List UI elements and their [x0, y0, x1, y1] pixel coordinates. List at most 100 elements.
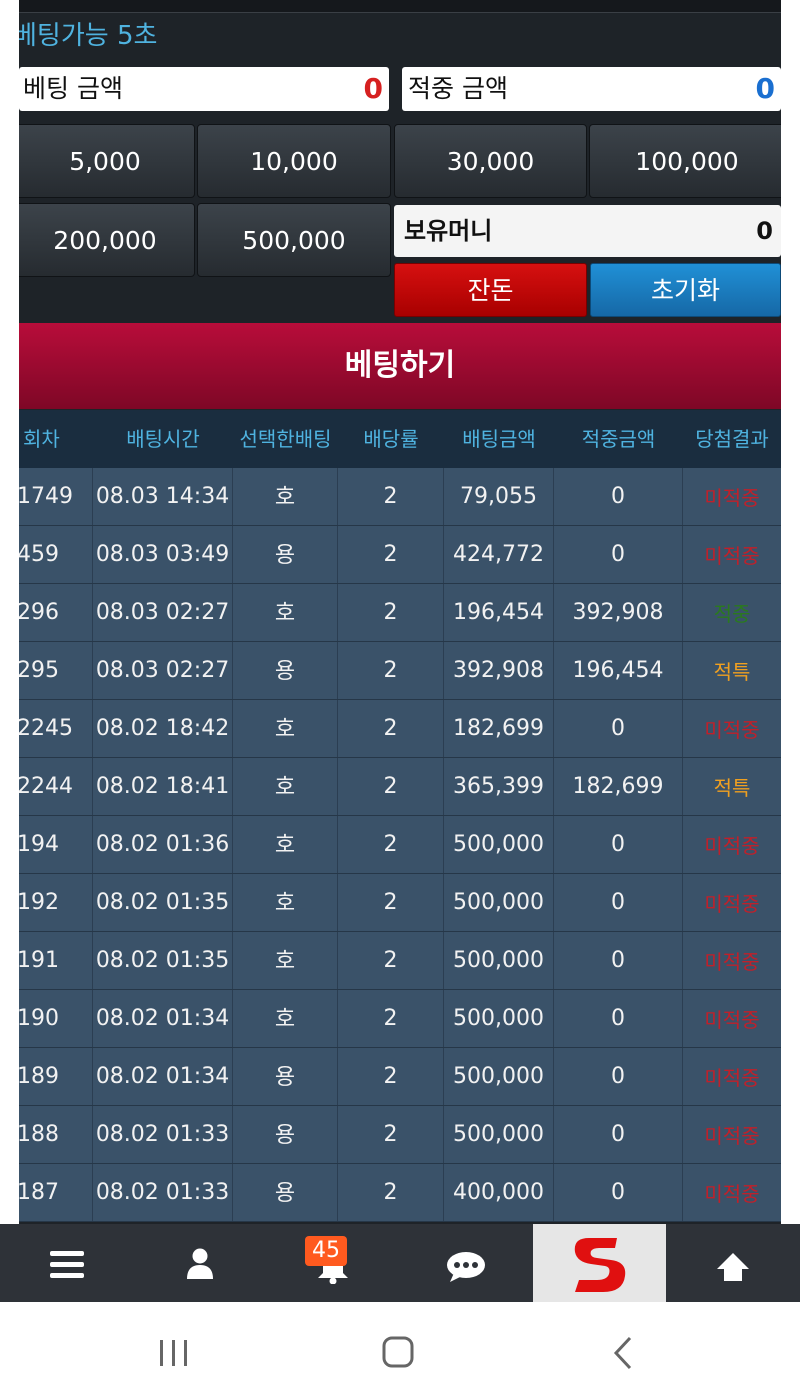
- nav-menu[interactable]: [0, 1224, 133, 1302]
- cell-bet-amount: 500,000: [444, 874, 554, 931]
- history-table-body: 1749 08.03 14:34 호 2 79,055 0 미적중 459 08.03 03:4…: [19, 468, 781, 1222]
- chip-500000-button[interactable]: 500,000: [197, 203, 391, 277]
- cell-round: 188: [19, 1106, 93, 1163]
- cell-result: 미적중: [704, 486, 760, 510]
- cell-win-amount: 0: [554, 700, 683, 757]
- cell-odds: 2: [338, 816, 444, 873]
- cell-selected-bet: 호: [233, 874, 338, 931]
- cell-bet-amount: 500,000: [444, 1048, 554, 1105]
- table-row: 189 08.02 01:34 용 2 500,000 0 미적중: [19, 1048, 781, 1106]
- bottom-nav: [0, 1224, 800, 1302]
- nav-chat[interactable]: [399, 1224, 532, 1302]
- cell-bet-time: 08.02 01:35: [93, 874, 233, 931]
- cell-bet-time: 08.02 18:42: [93, 700, 233, 757]
- cell-bet-amount: 500,000: [444, 990, 554, 1047]
- cell-bet-time: 08.02 01:34: [93, 990, 233, 1047]
- cell-bet-time: 08.03 03:49: [93, 526, 233, 583]
- system-nav-bar: [0, 1302, 800, 1395]
- cell-round: 189: [19, 1048, 93, 1105]
- cell-bet-amount: 424,772: [444, 526, 554, 583]
- cell-bet-amount: 392,908: [444, 642, 554, 699]
- cell-round: 194: [19, 816, 93, 873]
- cell-odds: 2: [338, 526, 444, 583]
- home-icon[interactable]: [382, 1336, 414, 1368]
- cell-result: 미적중: [704, 950, 760, 974]
- cell-result: 미적중: [704, 1008, 760, 1032]
- betting-panel: 베팅가능 5초 베팅 금액 0 적중 금액 0 5,000 10,000 30,…: [19, 0, 781, 1224]
- cell-odds: 2: [338, 932, 444, 989]
- header-bet-time: 배팅시간: [126, 427, 200, 451]
- holding-money-box: 보유머니 0: [394, 205, 781, 257]
- cell-result: 미적중: [704, 1182, 760, 1206]
- back-icon[interactable]: [612, 1336, 634, 1370]
- cell-round: 190: [19, 990, 93, 1047]
- header-bet-amount: 배팅금액: [462, 427, 536, 451]
- table-row: 1749 08.03 14:34 호 2 79,055 0 미적중: [19, 468, 781, 526]
- holding-money-label: 보유머니: [404, 217, 493, 245]
- cell-result: 적특: [713, 660, 751, 684]
- chip-5000-button[interactable]: 5,000: [19, 124, 195, 198]
- site-logo[interactable]: [533, 1224, 666, 1302]
- user-icon: [187, 1248, 213, 1279]
- cell-win-amount: 0: [554, 1106, 683, 1163]
- cell-odds: 2: [338, 874, 444, 931]
- header-result: 당첨결과: [695, 427, 769, 451]
- chat-icon: [447, 1252, 485, 1282]
- cell-bet-amount: 500,000: [444, 932, 554, 989]
- nav-scroll-top[interactable]: [666, 1224, 799, 1302]
- cell-selected-bet: 호: [233, 932, 338, 989]
- cell-result: 미적중: [704, 892, 760, 916]
- arrow-up-icon: [717, 1253, 749, 1281]
- cell-selected-bet: 용: [233, 1164, 338, 1221]
- cell-odds: 2: [338, 1106, 444, 1163]
- cell-win-amount: 0: [554, 874, 683, 931]
- cell-selected-bet: 용: [233, 526, 338, 583]
- cell-win-amount: 0: [554, 1048, 683, 1105]
- place-bet-button[interactable]: 베팅하기: [19, 323, 781, 409]
- cell-odds: 2: [338, 700, 444, 757]
- cell-odds: 2: [338, 758, 444, 815]
- cell-selected-bet: 호: [233, 584, 338, 641]
- chip-10000-button[interactable]: 10,000: [197, 124, 391, 198]
- nav-user[interactable]: [133, 1224, 266, 1302]
- table-row: 296 08.03 02:27 호 2 196,454 392,908 적중: [19, 584, 781, 642]
- cell-win-amount: 182,699: [554, 758, 683, 815]
- cell-odds: 2: [338, 1164, 444, 1221]
- chip-30000-button[interactable]: 30,000: [394, 124, 587, 198]
- cell-bet-time: 08.03 02:27: [93, 584, 233, 641]
- chip-200000-button[interactable]: 200,000: [19, 203, 195, 277]
- reset-button[interactable]: 초기화: [590, 263, 781, 317]
- cell-selected-bet: 용: [233, 1048, 338, 1105]
- cell-bet-time: 08.02 01:34: [93, 1048, 233, 1105]
- header-win-amount: 적중금액: [581, 427, 656, 451]
- table-row: 188 08.02 01:33 용 2 500,000 0 미적중: [19, 1106, 781, 1164]
- cell-odds: 2: [338, 584, 444, 641]
- table-row: 191 08.02 01:35 호 2 500,000 0 미적중: [19, 932, 781, 990]
- cell-win-amount: 196,454: [554, 642, 683, 699]
- cell-result: 미적중: [704, 1124, 760, 1148]
- menu-icon: [50, 1251, 84, 1278]
- cell-win-amount: 0: [554, 932, 683, 989]
- cell-bet-amount: 365,399: [444, 758, 554, 815]
- cell-selected-bet: 호: [233, 758, 338, 815]
- change-button[interactable]: 잔돈: [394, 263, 587, 317]
- table-row: 190 08.02 01:34 호 2 500,000 0 미적중: [19, 990, 781, 1048]
- cell-bet-time: 08.02 01:36: [93, 816, 233, 873]
- cell-result: 적중: [713, 602, 751, 626]
- cell-round: 2244: [19, 758, 93, 815]
- cell-result: 적특: [713, 776, 751, 800]
- cell-win-amount: 0: [554, 816, 683, 873]
- bet-amount-label: 베팅 금액: [23, 74, 123, 103]
- cell-result: 미적중: [704, 834, 760, 858]
- cell-round: 187: [19, 1164, 93, 1221]
- win-amount-label: 적중 금액: [408, 74, 508, 103]
- cell-bet-time: 08.02 18:41: [93, 758, 233, 815]
- cell-bet-time: 08.02 01:35: [93, 932, 233, 989]
- recent-apps-icon[interactable]: [158, 1338, 190, 1368]
- table-row: 192 08.02 01:35 호 2 500,000 0 미적중: [19, 874, 781, 932]
- cell-bet-amount: 400,000: [444, 1164, 554, 1221]
- cell-selected-bet: 호: [233, 990, 338, 1047]
- betting-countdown: 베팅가능 5초: [19, 21, 158, 51]
- chip-100000-button[interactable]: 100,000: [589, 124, 781, 198]
- cell-bet-time: 08.02 01:33: [93, 1106, 233, 1163]
